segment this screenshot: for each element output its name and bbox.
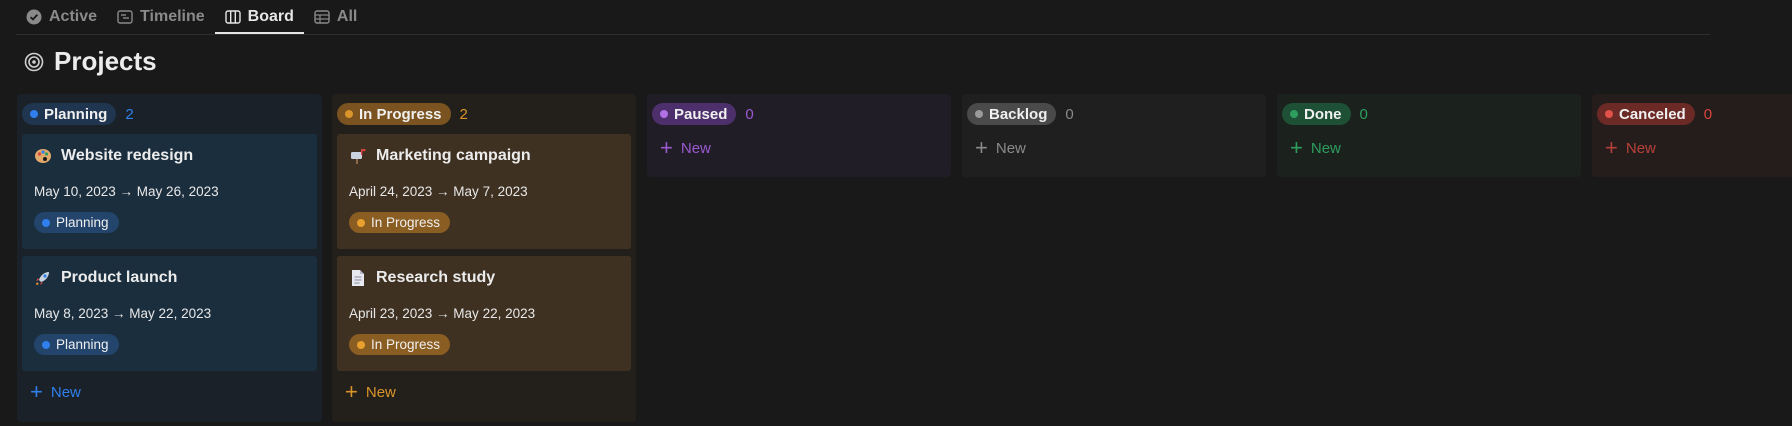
page-title: Projects [54,46,157,76]
status-dot [1605,110,1613,118]
card-title: Research study [376,269,496,286]
card-dates: May 10, 2023 → May 26, 2023 [34,184,219,199]
column-canceled: Canceled 0 + New [1592,94,1792,177]
column-paused: Paused 0 + New [647,94,951,177]
project-card[interactable]: Product launch May 8, 2023 → May 22, 202… [22,256,317,371]
column-header: Done 0 [1282,102,1576,126]
plus-icon: + [345,379,358,404]
tab-active[interactable]: Active [24,0,107,34]
column-count: 2 [125,105,134,123]
page-header: Projects [24,46,157,77]
card-dates: April 24, 2023 → May 7, 2023 [349,184,528,199]
plus-icon: + [660,135,673,160]
tab-timeline[interactable]: Timeline [107,0,215,34]
column-count: 0 [745,105,754,123]
table-icon [314,10,330,24]
plus-icon: + [975,135,988,160]
column-header: Backlog 0 [967,102,1261,126]
status-dot [357,218,365,227]
status-dot [42,340,50,349]
view-tabs: Active Timeline Board All [24,0,367,34]
board-icon [224,10,241,24]
column-done: Done 0 + New [1277,94,1581,177]
mailbox-icon [351,149,366,164]
column-backlog: Backlog 0 + New [962,94,1266,177]
status-badge[interactable]: Planning [22,103,117,125]
tab-label: All [336,8,358,25]
tab-label: Timeline [140,8,205,25]
status-badge[interactable]: Canceled [1597,103,1695,125]
status-dot [975,110,983,118]
target-icon [24,52,44,71]
project-card[interactable]: Website redesign May 10, 2023 → May 26, … [22,134,317,249]
column-header: Canceled 0 [1597,102,1787,126]
new-card-button[interactable]: + New [967,134,1261,162]
plus-icon: + [30,379,43,404]
rocket-icon [35,272,49,286]
status-dot [660,110,668,118]
column-in-progress: In Progress 2 Marketing campaign April 2… [332,94,636,422]
palette-icon [35,149,51,163]
new-card-button[interactable]: + New [1282,134,1576,162]
status-dot [1290,110,1298,118]
timeline-icon [117,10,133,24]
column-header: In Progress 2 [337,102,631,126]
project-card[interactable]: Research study April 23, 2023 → May 22, … [337,256,631,371]
status-badge[interactable]: Backlog [967,103,1057,125]
card-status-badge: Planning [34,334,119,355]
tab-label: Board [247,8,294,25]
card-status-badge: Planning [34,212,119,233]
check-circle-icon [26,9,42,25]
column-header: Planning 2 [22,102,317,126]
new-card-button[interactable]: + New [337,378,631,406]
status-badge[interactable]: Done [1282,103,1351,125]
card-title: Marketing campaign [376,147,531,164]
card-title: Website redesign [61,147,194,164]
card-dates: May 8, 2023 → May 22, 2023 [34,306,212,321]
card-title-row: Research study [349,268,619,288]
column-planning: Planning 2 Website redesign May 10, 2023… [17,94,322,422]
plus-icon: + [1290,135,1303,160]
card-status-badge: In Progress [349,334,451,355]
card-title-row: Product launch [34,268,305,288]
column-count: 0 [1359,105,1368,123]
tab-label: Active [49,8,98,25]
new-card-button[interactable]: + New [22,378,317,406]
new-card-button[interactable]: + New [652,134,946,162]
column-count: 2 [459,105,468,123]
tab-board[interactable]: Board [214,0,305,34]
status-dot [42,218,50,227]
status-dot [345,110,353,118]
new-card-button[interactable]: + New [1597,134,1787,162]
tab-all[interactable]: All [304,0,367,34]
status-dot [30,110,38,118]
card-dates: April 23, 2023 → May 22, 2023 [349,306,536,321]
tabs-divider [16,34,1710,35]
plus-icon: + [1605,135,1618,160]
column-count: 0 [1703,105,1713,123]
card-status-badge: In Progress [349,212,451,233]
status-badge[interactable]: In Progress [337,103,451,125]
column-header: Paused 0 [652,102,946,126]
project-card[interactable]: Marketing campaign April 24, 2023 → May … [337,134,631,249]
card-title: Product launch [61,269,178,286]
card-title-row: Website redesign [34,146,305,166]
status-dot [357,340,365,349]
document-icon [352,270,364,286]
column-count: 0 [1065,105,1074,123]
status-badge[interactable]: Paused [652,103,737,125]
card-title-row: Marketing campaign [349,146,619,166]
